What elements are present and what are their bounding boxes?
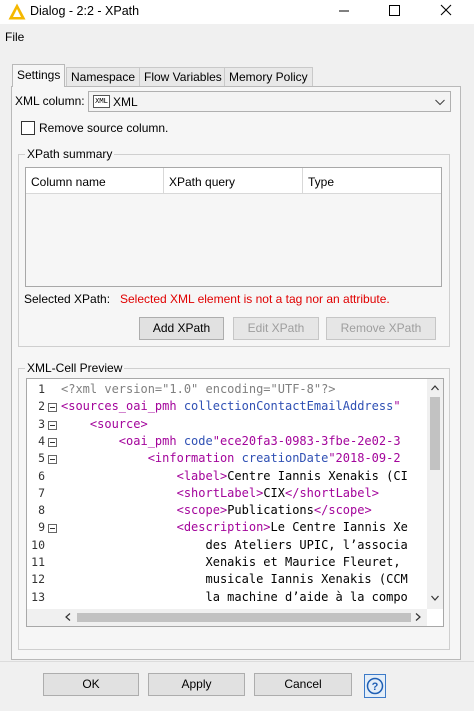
tab-namespace[interactable]: Namespace <box>66 67 141 86</box>
knime-logo-icon <box>8 3 26 20</box>
code-line: Xenakis et Maurice Fleuret, <box>61 555 401 569</box>
xpath-summary-title: XPath summary <box>25 147 115 161</box>
menu-file[interactable]: File <box>5 30 24 44</box>
fold-toggle-icon[interactable] <box>48 403 57 413</box>
horizontal-scroll-thumb[interactable] <box>77 613 411 622</box>
line-number-gutter: 1 2 3 4 5 6 7 8 9 10 11 12 13 <box>27 379 61 609</box>
selected-xpath-message: Selected XML element is not a tag nor an… <box>120 292 390 306</box>
column-header-type[interactable]: Type <box>303 168 441 194</box>
cancel-button[interactable]: Cancel <box>254 673 352 696</box>
scroll-left-icon[interactable] <box>63 612 73 622</box>
code-line: <oai_pmh code"ece20fa3-0983-3fbe-2e02-3 <box>118 433 401 448</box>
code-line: la machine d’aide à la compo <box>61 589 408 604</box>
menu-bar: File <box>0 26 474 48</box>
code-line: <information creationDate"2018-09-2 <box>147 451 401 466</box>
minimize-icon[interactable] <box>322 0 366 22</box>
chevron-down-icon <box>435 99 445 106</box>
apply-button[interactable]: Apply <box>148 673 245 696</box>
line-number: 13 <box>31 589 45 604</box>
code-line: <sources_oai_pmh collectionContactEmailA… <box>61 399 401 414</box>
line-number: 8 <box>38 503 45 518</box>
line-number: 4 <box>38 433 45 448</box>
tab-settings[interactable]: Settings <box>12 64 66 87</box>
xpath-summary-table[interactable]: Column name XPath query Type <box>25 167 442 287</box>
vertical-scroll-thumb[interactable] <box>430 397 440 470</box>
xml-preview-editor[interactable]: 1 2 3 4 5 6 7 8 9 10 11 12 13 <?xml version="1.0" en… <box>26 378 444 627</box>
edit-xpath-button[interactable]: Edit XPath <box>233 317 319 340</box>
line-number: 5 <box>38 451 45 466</box>
xml-column-value: XML <box>113 95 138 109</box>
code-line: <shortLabel>CIX</shortLabel> <box>176 485 379 500</box>
vertical-scrollbar[interactable] <box>427 379 443 609</box>
footer-separator <box>0 661 474 662</box>
line-number: 6 <box>38 468 45 483</box>
line-number: 10 <box>31 537 45 552</box>
fold-toggle-icon[interactable] <box>48 437 57 447</box>
line-number: 7 <box>38 485 45 500</box>
add-xpath-button[interactable]: Add XPath <box>139 317 224 340</box>
line-number: 3 <box>38 416 45 431</box>
remove-source-label: Remove source column. <box>39 121 169 135</box>
code-line: <description>Le Centre Iannis Xe <box>176 520 408 535</box>
window-title: Dialog - 2:2 - XPath <box>30 4 140 18</box>
column-header-name[interactable]: Column name <box>26 168 164 194</box>
selected-xpath-label: Selected XPath: <box>24 292 111 306</box>
code-line: <?xml version="1.0" encoding="UTF-8"?> <box>61 382 336 396</box>
line-number: 9 <box>38 520 45 535</box>
remove-source-checkbox[interactable] <box>21 121 35 135</box>
scroll-right-icon[interactable] <box>413 612 423 622</box>
xml-type-icon: XML <box>93 95 110 108</box>
fold-toggle-icon[interactable] <box>48 524 57 534</box>
line-number: 1 <box>38 382 45 396</box>
ok-button[interactable]: OK <box>43 673 139 696</box>
scroll-up-icon[interactable] <box>430 383 440 393</box>
table-header: Column name XPath query Type <box>26 168 441 194</box>
xml-preview-title: XML-Cell Preview <box>25 361 125 375</box>
code-line: musicale Iannis Xenakis (CCM <box>61 572 408 587</box>
code-line: <label>Centre Iannis Xenakis (CI <box>176 468 408 483</box>
fold-toggle-icon[interactable] <box>48 455 57 465</box>
line-number: 11 <box>31 555 45 569</box>
help-icon: ? <box>366 677 384 695</box>
fold-toggle-icon[interactable] <box>48 420 57 430</box>
title-bar: Dialog - 2:2 - XPath <box>0 0 474 24</box>
code-line: <scope>Publications</scope> <box>176 503 372 518</box>
maximize-icon[interactable] <box>372 0 416 22</box>
tab-flow-variables[interactable]: Flow Variables <box>139 67 227 86</box>
code-area[interactable]: <?xml version="1.0" encoding="UTF-8"?> <s… <box>61 379 427 609</box>
close-icon[interactable] <box>424 0 468 22</box>
help-button[interactable]: ? <box>364 674 386 698</box>
column-header-xpath[interactable]: XPath query <box>164 168 303 194</box>
remove-xpath-button[interactable]: Remove XPath <box>326 317 436 340</box>
code-line: <source> <box>89 416 148 431</box>
line-number: 12 <box>31 572 45 587</box>
tab-memory-policy[interactable]: Memory Policy <box>224 67 313 86</box>
line-number: 2 <box>38 399 45 414</box>
xml-column-label: XML column: <box>15 94 85 108</box>
code-line: des Ateliers UPIC, l’associa <box>61 537 408 552</box>
horizontal-scrollbar[interactable] <box>27 609 427 626</box>
svg-text:?: ? <box>372 681 379 693</box>
scroll-down-icon[interactable] <box>430 593 440 603</box>
xml-column-select[interactable]: XML XML <box>88 91 451 112</box>
